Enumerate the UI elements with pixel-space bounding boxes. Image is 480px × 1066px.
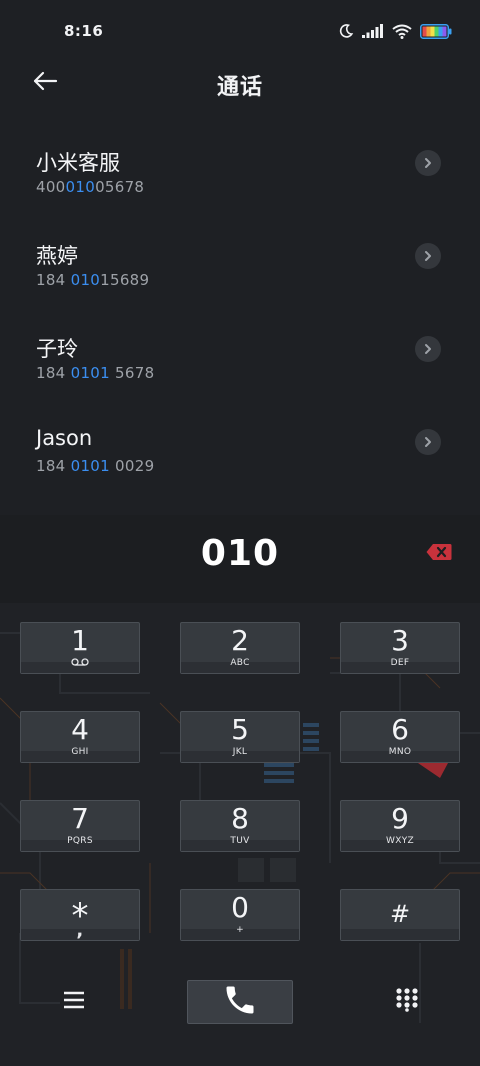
contact-name: 燕婷 (36, 244, 78, 268)
call-button[interactable] (187, 980, 293, 1024)
backspace-icon (426, 544, 452, 565)
contact-item[interactable]: 燕婷 184 01015689 (0, 223, 480, 316)
key-3[interactable]: 3 DEF (340, 622, 460, 674)
menu-icon (63, 991, 85, 1013)
key-7[interactable]: 7 PQRS (20, 800, 140, 852)
key-6[interactable]: 6 MNO (340, 711, 460, 763)
status-time: 8:16 (64, 22, 104, 40)
contact-detail-button[interactable] (415, 336, 441, 362)
contact-name: 小米客服 (36, 151, 120, 175)
voicemail-icon (21, 658, 139, 666)
key-4[interactable]: 4 GHI (20, 711, 140, 763)
status-icons (338, 23, 452, 39)
wifi-icon (392, 24, 412, 39)
delete-button[interactable] (426, 543, 452, 563)
dialpad-icon (396, 988, 418, 1016)
key-9[interactable]: 9 WXYZ (340, 800, 460, 852)
menu-button[interactable] (60, 988, 88, 1016)
contact-item[interactable]: 小米客服 40001005678 (0, 130, 480, 223)
contact-detail-button[interactable] (415, 243, 441, 269)
chevron-right-icon (423, 247, 433, 266)
key-1[interactable]: 1 (20, 622, 140, 674)
contact-name: Jason (36, 426, 93, 450)
key-0[interactable]: 0 + (180, 889, 300, 941)
header: 通话 (0, 62, 480, 104)
chevron-right-icon (423, 154, 433, 173)
signal-icon (362, 24, 384, 38)
key-hash[interactable]: # (340, 889, 460, 941)
key-star[interactable]: * , (20, 889, 140, 941)
chevron-right-icon (423, 433, 433, 452)
contact-number: 184 01015689 (36, 271, 150, 289)
contact-detail-button[interactable] (415, 150, 441, 176)
dial-display: 010 (0, 515, 480, 603)
battery-icon (420, 23, 452, 39)
contact-item[interactable]: 子玲 184 0101 5678 (0, 316, 480, 409)
key-5[interactable]: 5 JKL (180, 711, 300, 763)
dialed-number: 010 (200, 533, 280, 574)
key-8[interactable]: 8 TUV (180, 800, 300, 852)
keypad-area: 1 2 ABC 3 DEF 4 GHI 5 JKL 6 MNO 7 PQRS 8… (0, 603, 480, 1066)
contact-item[interactable]: Jason 184 0101 0029 (0, 409, 480, 502)
dialpad-toggle-button[interactable] (393, 988, 421, 1016)
page-title: 通话 (216, 75, 263, 100)
contact-number: 184 0101 0029 (36, 457, 155, 475)
contact-number: 40001005678 (36, 178, 145, 196)
chevron-right-icon (423, 340, 433, 359)
contact-name: 子玲 (36, 337, 78, 361)
key-2[interactable]: 2 ABC (180, 622, 300, 674)
phone-icon (222, 982, 258, 1022)
status-bar: 8:16 (0, 0, 480, 62)
contact-list: 小米客服 40001005678 燕婷 184 01015689 子玲 184 … (0, 130, 480, 502)
contact-detail-button[interactable] (415, 429, 441, 455)
contact-number: 184 0101 5678 (36, 364, 155, 382)
moon-icon (338, 23, 354, 39)
